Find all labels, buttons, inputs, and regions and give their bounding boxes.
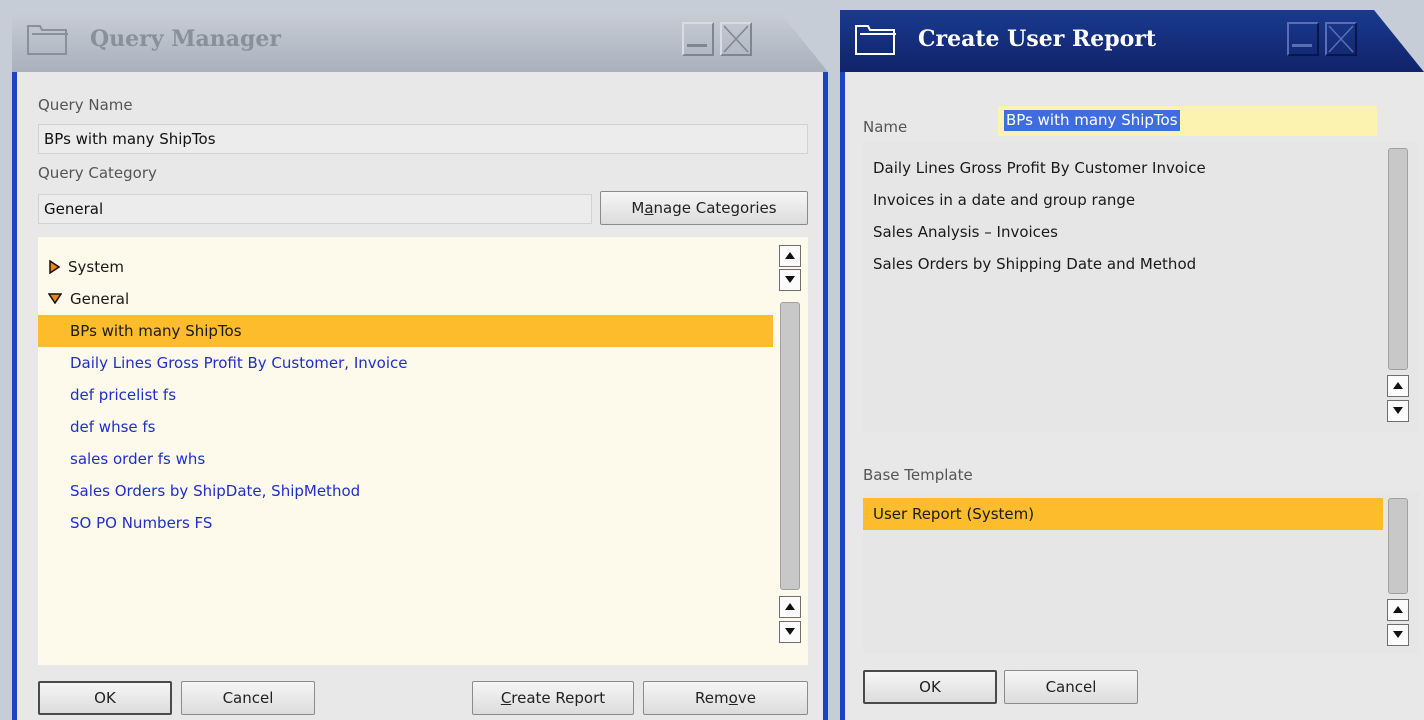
name-field-selected-text: BPs with many ShipTos (1004, 110, 1180, 131)
query-manager-body: Query Name BPs with many ShipTos Query C… (12, 72, 828, 720)
name-field[interactable]: BPs with many ShipTos (998, 106, 1377, 136)
query-category-field[interactable]: General (38, 194, 592, 224)
list-item[interactable]: Sales Orders by Shipping Date and Method (863, 248, 1363, 280)
remove-button[interactable]: Remove (643, 681, 808, 715)
report-list-scrollbar[interactable] (1387, 148, 1409, 424)
template-list: User Report (System) (863, 492, 1419, 654)
tree-node-general[interactable]: General (38, 283, 773, 315)
window-title: Query Manager (90, 26, 282, 52)
scroll-down-icon (785, 276, 795, 283)
list-item[interactable]: Sales Analysis – Invoices (863, 216, 1363, 248)
close-icon (723, 25, 749, 53)
minimize-icon (687, 44, 707, 47)
minimize-button[interactable] (682, 22, 714, 56)
list-item[interactable]: Invoices in a date and group range (863, 184, 1363, 216)
list-item[interactable]: Daily Lines Gross Profit By Customer Inv… (863, 152, 1363, 184)
manage-categories-label: Manage Categories (631, 199, 777, 217)
tree-item[interactable]: Sales Orders by ShipDate, ShipMethod (38, 475, 773, 507)
scroll-down-icon (1393, 407, 1403, 414)
create-report-button[interactable]: Create Report (472, 681, 634, 715)
tree-node-label: General (70, 290, 130, 308)
scroll-down-button[interactable] (779, 269, 801, 291)
query-name-field[interactable]: BPs with many ShipTos (38, 124, 808, 154)
scroll-track[interactable] (1388, 148, 1408, 370)
cancel-button[interactable]: Cancel (1004, 670, 1138, 704)
tree-item[interactable]: Daily Lines Gross Profit By Customer, In… (38, 347, 773, 379)
tree-item[interactable]: SO PO Numbers FS (38, 507, 773, 539)
scroll-up-icon (1393, 382, 1403, 389)
scroll-down-button[interactable] (779, 621, 801, 643)
ok-button[interactable]: OK (863, 670, 997, 704)
create-report-label: Create Report (500, 689, 606, 707)
scroll-up-icon (785, 603, 795, 610)
report-list: Daily Lines Gross Profit By Customer Inv… (863, 142, 1419, 432)
tree-item-selected[interactable]: BPs with many ShipTos (38, 315, 773, 347)
scroll-up-button[interactable] (779, 245, 801, 267)
base-template-label: Base Template (863, 466, 973, 484)
tree-item[interactable]: def whse fs (38, 411, 773, 443)
scroll-down-button[interactable] (1387, 624, 1409, 646)
close-button[interactable] (720, 22, 752, 56)
window-icon (855, 25, 896, 55)
name-label: Name (863, 118, 908, 136)
tree-item[interactable]: def pricelist fs (38, 379, 773, 411)
collapse-arrow-icon (47, 293, 63, 305)
query-tree: System General BPs with many ShipTos Dai… (38, 237, 808, 665)
window-title: Create User Report (918, 26, 1157, 52)
ok-button[interactable]: OK (38, 681, 172, 715)
expand-arrow-icon (49, 259, 61, 275)
remove-label: Remove (695, 689, 756, 707)
close-button[interactable] (1325, 22, 1357, 56)
scroll-down-icon (785, 628, 795, 635)
tree-node-system[interactable]: System (38, 251, 773, 283)
cancel-button[interactable]: Cancel (181, 681, 315, 715)
manage-categories-button[interactable]: Manage Categories (600, 191, 808, 225)
scroll-up-icon (1393, 606, 1403, 613)
window-icon (27, 25, 68, 55)
create-user-report-body: Name BPs with many ShipTos Daily Lines G… (840, 72, 1424, 720)
query-category-label: Query Category (38, 164, 157, 182)
query-manager-titlebar[interactable]: Query Manager (12, 10, 828, 72)
query-name-label: Query Name (38, 96, 133, 114)
template-item-selected[interactable]: User Report (System) (863, 498, 1383, 530)
tree-node-label: System (68, 258, 124, 276)
scroll-track[interactable] (780, 302, 800, 590)
scroll-up-button[interactable] (1387, 599, 1409, 621)
scroll-up-icon (785, 252, 795, 259)
scroll-down-button[interactable] (1387, 400, 1409, 422)
scroll-up-button[interactable] (1387, 375, 1409, 397)
close-icon (1328, 25, 1354, 53)
scroll-down-icon (1393, 631, 1403, 638)
template-list-scrollbar[interactable] (1387, 498, 1409, 648)
tree-item[interactable]: sales order fs whs (38, 443, 773, 475)
query-manager-window: Query Manager Query Name BPs with many S… (12, 10, 828, 720)
minimize-button[interactable] (1287, 22, 1319, 56)
query-tree-scrollbar[interactable] (779, 245, 801, 657)
create-user-report-window: Create User Report Name BPs with many Sh… (840, 10, 1424, 720)
scroll-track[interactable] (1388, 498, 1408, 594)
minimize-icon (1292, 44, 1312, 47)
create-user-report-titlebar[interactable]: Create User Report (840, 10, 1424, 72)
scroll-up-button[interactable] (779, 596, 801, 618)
